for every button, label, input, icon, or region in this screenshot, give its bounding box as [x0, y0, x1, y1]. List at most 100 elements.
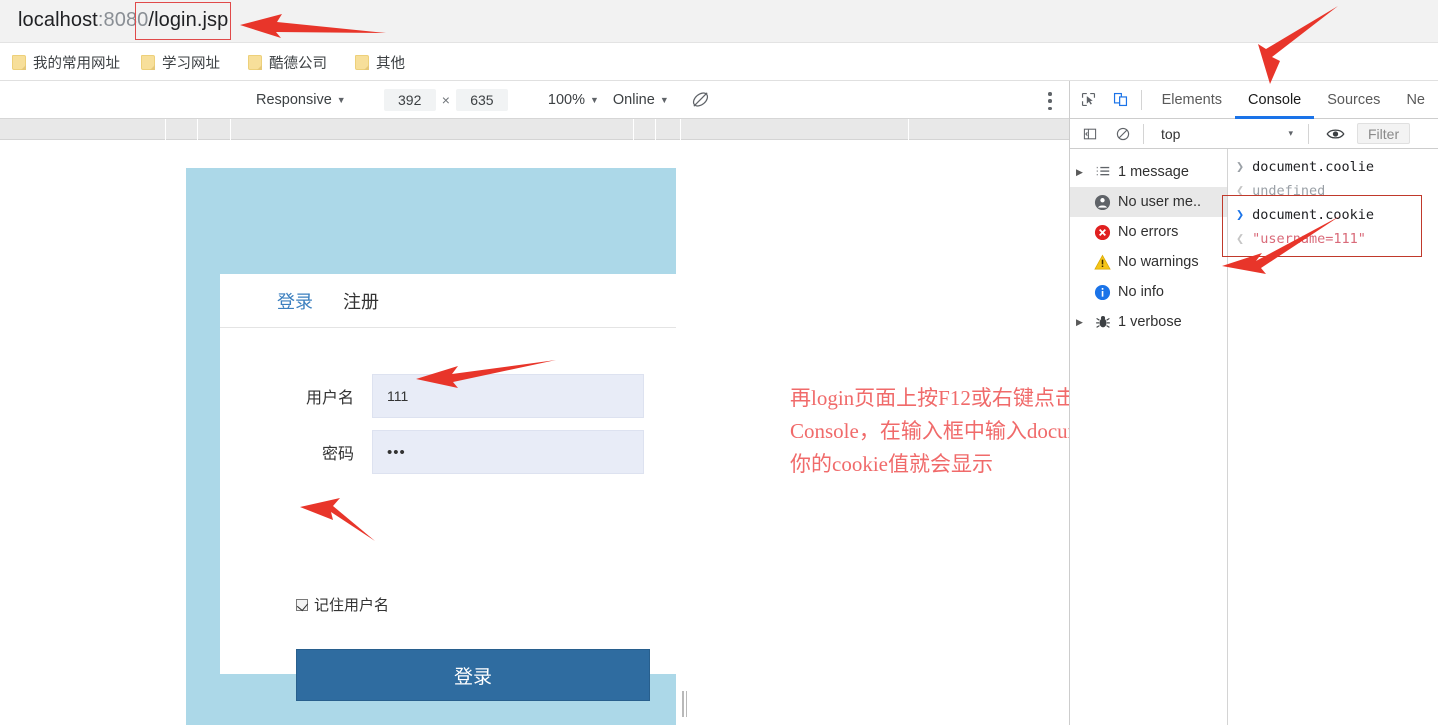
device-toggle-icon[interactable] — [1108, 86, 1134, 113]
viewport-resize-handle[interactable] — [680, 688, 689, 720]
username-row: 用户名 111 — [220, 374, 676, 418]
more-vertical-icon[interactable] — [1040, 90, 1060, 112]
bookmark-label: 学习网址 — [162, 52, 220, 73]
sidebar-item-user-messages[interactable]: No user me.. — [1070, 187, 1227, 217]
live-expression-icon[interactable] — [1322, 120, 1349, 147]
viewport-height-value: 635 — [470, 92, 493, 108]
throttling-label: Online — [613, 92, 655, 108]
password-input[interactable]: ••• — [372, 430, 644, 474]
console-sidebar-icon[interactable] — [1076, 120, 1103, 147]
console-output-marker: ❮ — [1236, 231, 1244, 247]
login-page: 登录 注册 用户名 111 密码 ••• 记住用 — [186, 168, 676, 725]
list-icon — [1094, 164, 1111, 181]
folder-icon — [141, 55, 155, 70]
execution-context-label: top — [1161, 126, 1180, 142]
console-input-line: ❯ document.coolie — [1228, 155, 1438, 179]
console-output-line: ❮ undefined — [1228, 179, 1438, 203]
tab-console[interactable]: Console — [1235, 81, 1314, 119]
bookmark-label: 酷德公司 — [269, 52, 327, 73]
remember-username-label: 记住用户名 — [314, 594, 389, 615]
login-card: 登录 注册 用户名 111 密码 ••• 记住用 — [220, 274, 676, 674]
bookmark-item[interactable]: 酷德公司 — [248, 52, 327, 73]
device-selector[interactable]: Responsive ▼ — [256, 92, 346, 108]
console-input-text: document.cookie — [1252, 207, 1374, 223]
viewport-ruler — [0, 119, 1069, 140]
device-emulation-toolbar: Responsive ▼ 392 × 635 100% ▼ Online ▼ — [0, 81, 1069, 119]
chevron-down-icon: ▼ — [590, 95, 599, 105]
browser-url-bar[interactable]: localhost:8080/login.jsp — [0, 0, 1438, 43]
sidebar-item-messages[interactable]: ▶ 1 message — [1070, 157, 1227, 187]
folder-icon — [12, 55, 26, 70]
zoom-level-label: 100% — [548, 92, 585, 108]
console-input-text: document.coolie — [1252, 159, 1374, 175]
folder-icon — [355, 55, 369, 70]
bookmark-item[interactable]: 我的常用网址 — [12, 52, 120, 73]
devtools-panel: Elements Console Sources Ne to — [1069, 81, 1438, 725]
viewport-height-input[interactable]: 635 — [456, 89, 508, 111]
zoom-selector[interactable]: 100% ▼ — [548, 92, 599, 108]
folder-icon — [248, 55, 262, 70]
console-input-marker: ❯ — [1236, 159, 1244, 175]
sidebar-item-verbose[interactable]: ▶ 1 verbose — [1070, 307, 1227, 337]
bookmark-item[interactable]: 其他 — [355, 52, 405, 73]
login-submit-button[interactable]: 登录 — [296, 649, 650, 701]
throttling-selector[interactable]: Online ▼ — [613, 92, 669, 108]
bookmark-label: 我的常用网址 — [33, 52, 120, 73]
viewport-width-input[interactable]: 392 — [384, 89, 436, 111]
bookmarks-bar: 我的常用网址 学习网址 酷德公司 其他 — [0, 43, 1438, 81]
console-output-line: ❮ "username=111" — [1228, 227, 1438, 251]
chevron-right-icon[interactable]: ▶ — [1076, 317, 1087, 328]
screenshot-root: localhost:8080/login.jsp 我的常用网址 学习网址 酷德公… — [0, 0, 1438, 725]
warning-icon — [1094, 254, 1111, 271]
password-label: 密码 — [220, 440, 372, 464]
rotate-icon[interactable] — [691, 90, 710, 109]
error-icon — [1094, 224, 1111, 241]
toolbar-divider — [1308, 124, 1309, 144]
console-output-marker: ❮ — [1236, 183, 1244, 199]
sidebar-item-warnings[interactable]: No warnings — [1070, 247, 1227, 277]
bookmark-label: 其他 — [376, 52, 405, 73]
chevron-down-icon: ▾ — [1288, 128, 1293, 139]
bookmark-item[interactable]: 学习网址 — [141, 52, 220, 73]
console-output-text: "username=111" — [1252, 231, 1366, 247]
remember-username-row[interactable]: 记住用户名 — [296, 594, 389, 615]
chevron-down-icon: ▼ — [337, 95, 346, 105]
bug-icon — [1094, 314, 1111, 331]
devtools-tabbar: Elements Console Sources Ne — [1070, 81, 1438, 119]
chevron-right-icon[interactable]: ▶ — [1076, 167, 1087, 178]
inspect-cursor-icon[interactable] — [1076, 86, 1102, 113]
console-message-list[interactable]: ❯ document.coolie ❮ undefined ❯ document… — [1228, 149, 1438, 725]
console-input-marker: ❯ — [1236, 207, 1244, 223]
username-label: 用户名 — [220, 384, 372, 408]
console-body: ▶ 1 message — [1070, 149, 1438, 725]
device-selector-label: Responsive — [256, 92, 332, 108]
sidebar-item-label: 1 verbose — [1118, 314, 1182, 330]
sidebar-item-label: No errors — [1118, 224, 1178, 240]
console-sidebar: ▶ 1 message — [1070, 149, 1228, 725]
sidebar-item-label: 1 message — [1118, 164, 1189, 180]
dimension-separator: × — [436, 92, 456, 108]
user-message-icon — [1094, 194, 1111, 211]
tab-elements[interactable]: Elements — [1149, 81, 1235, 119]
toolbar-divider — [1141, 90, 1142, 110]
info-icon — [1094, 284, 1111, 301]
console-toolbar: top ▾ Filter — [1070, 119, 1438, 149]
username-value: 111 — [387, 388, 408, 404]
toolbar-divider — [1143, 124, 1144, 144]
remember-username-checkbox[interactable] — [296, 599, 308, 611]
console-filter-input[interactable]: Filter — [1357, 123, 1410, 144]
execution-context-selector[interactable]: top ▾ — [1151, 126, 1301, 142]
username-input[interactable]: 111 — [372, 374, 644, 418]
sidebar-item-label: No user me.. — [1118, 194, 1201, 210]
tab-network[interactable]: Ne — [1393, 81, 1438, 119]
password-value: ••• — [387, 444, 406, 461]
sidebar-item-errors[interactable]: No errors — [1070, 217, 1227, 247]
tab-login[interactable]: 登录 — [277, 288, 313, 314]
clear-console-icon[interactable] — [1109, 120, 1136, 147]
password-row: 密码 ••• — [220, 430, 676, 474]
viewport-width-value: 392 — [398, 92, 421, 108]
sidebar-item-info[interactable]: No info — [1070, 277, 1227, 307]
console-output-text: undefined — [1252, 183, 1325, 199]
tab-register[interactable]: 注册 — [343, 288, 379, 314]
tab-sources[interactable]: Sources — [1314, 81, 1393, 119]
